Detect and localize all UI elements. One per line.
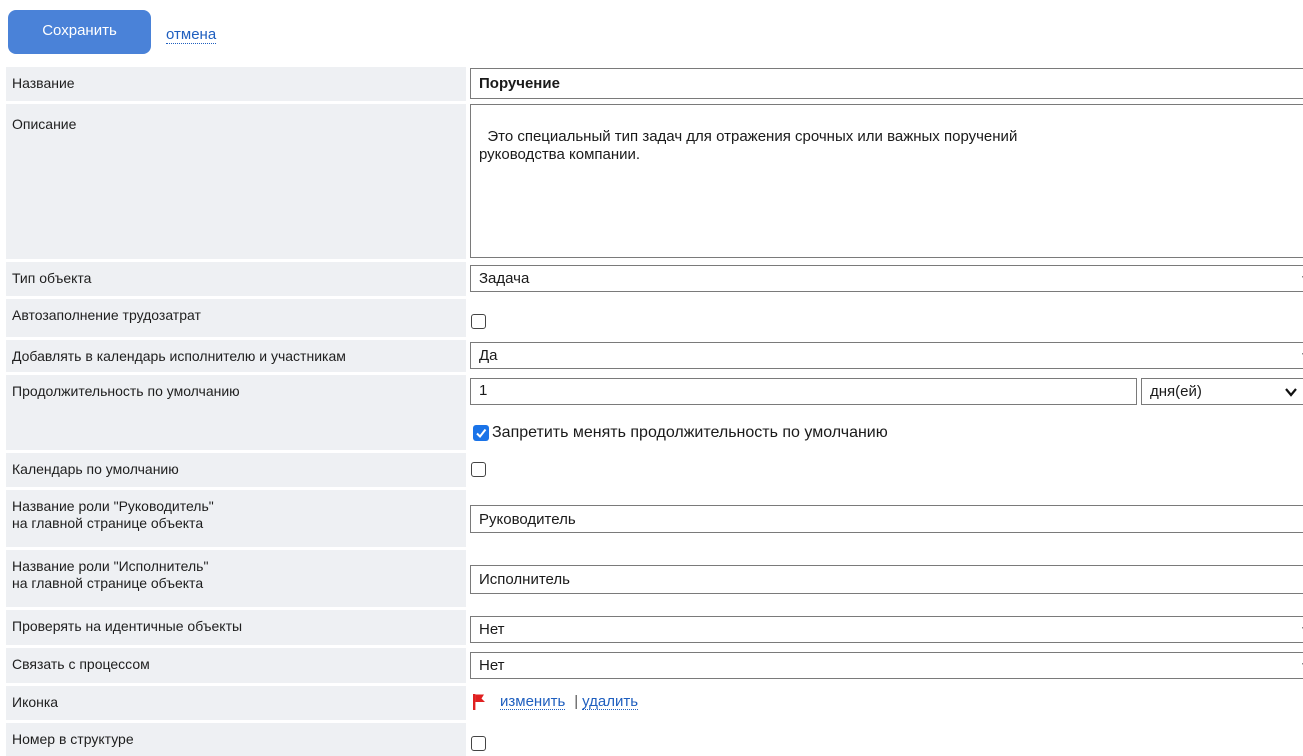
- manager-role-label: Название роли "Руководитель" на главной …: [6, 490, 466, 547]
- description-text: Это специальный тип задач для отражения …: [479, 128, 1018, 163]
- check-identical-value: Нет: [479, 621, 505, 638]
- structure-number-checkbox[interactable]: [471, 736, 486, 751]
- red-flag-icon: [473, 694, 485, 710]
- default-calendar-label: Календарь по умолчанию: [6, 453, 466, 487]
- cancel-link[interactable]: отмена: [166, 26, 217, 44]
- duration-label: Продолжительность по умолчанию: [6, 375, 466, 450]
- calendar-add-label: Добавлять в календарь исполнителю и учас…: [6, 340, 466, 372]
- manager-role-input[interactable]: Руководитель: [470, 505, 1303, 533]
- duration-input[interactable]: 1: [470, 378, 1137, 405]
- check-identical-select[interactable]: Нет: [470, 616, 1303, 643]
- autofill-label: Автозаполнение трудозатрат: [6, 299, 466, 337]
- name-input[interactable]: Поручение: [470, 68, 1303, 99]
- link-process-select[interactable]: Нет: [470, 652, 1303, 679]
- check-identical-label: Проверять на идентичные объекты: [6, 610, 466, 645]
- checkmark-icon: [476, 428, 487, 439]
- link-process-value: Нет: [479, 657, 505, 674]
- lock-duration-label: Запретить менять продолжительность по ум…: [492, 424, 888, 441]
- executor-role-label-line1: Название роли "Исполнитель": [12, 558, 209, 574]
- calendar-add-value: Да: [479, 347, 498, 364]
- icon-delete-link[interactable]: удалить: [582, 694, 639, 710]
- calendar-add-select[interactable]: Да: [470, 342, 1303, 369]
- executor-role-label: Название роли "Исполнитель" на главной с…: [6, 550, 466, 607]
- description-label: Описание: [6, 104, 466, 259]
- description-textarea[interactable]: Это специальный тип задач для отражения …: [470, 104, 1303, 258]
- default-calendar-checkbox[interactable]: [471, 462, 486, 477]
- lock-duration-row: Запретить менять продолжительность по ум…: [473, 424, 888, 442]
- icon-row: изменить | удалить: [472, 693, 639, 710]
- object-type-select[interactable]: Задача: [470, 265, 1303, 292]
- name-label: Название: [6, 67, 466, 101]
- save-button[interactable]: Сохранить: [8, 10, 151, 54]
- chevron-down-icon: [1285, 387, 1297, 397]
- object-type-value: Задача: [479, 270, 530, 287]
- object-type-label: Тип объекта: [6, 262, 466, 296]
- lock-duration-checkbox[interactable]: [473, 425, 489, 441]
- icon-label: Иконка: [6, 686, 466, 720]
- manager-role-label-line1: Название роли "Руководитель": [12, 498, 214, 514]
- icon-change-link[interactable]: изменить: [500, 694, 566, 710]
- autofill-checkbox[interactable]: [471, 314, 486, 329]
- duration-unit-select[interactable]: дня(ей): [1141, 378, 1303, 405]
- duration-unit-value: дня(ей): [1150, 383, 1202, 400]
- toolbar: Сохранить отмена: [8, 10, 217, 54]
- link-process-label: Связать с процессом: [6, 648, 466, 683]
- manager-role-label-line2: на главной странице объекта: [12, 515, 204, 531]
- executor-role-input[interactable]: Исполнитель: [470, 565, 1303, 594]
- link-separator: |: [574, 693, 579, 710]
- structure-number-label: Номер в структуре: [6, 723, 466, 756]
- executor-role-label-line2: на главной странице объекта: [12, 575, 204, 591]
